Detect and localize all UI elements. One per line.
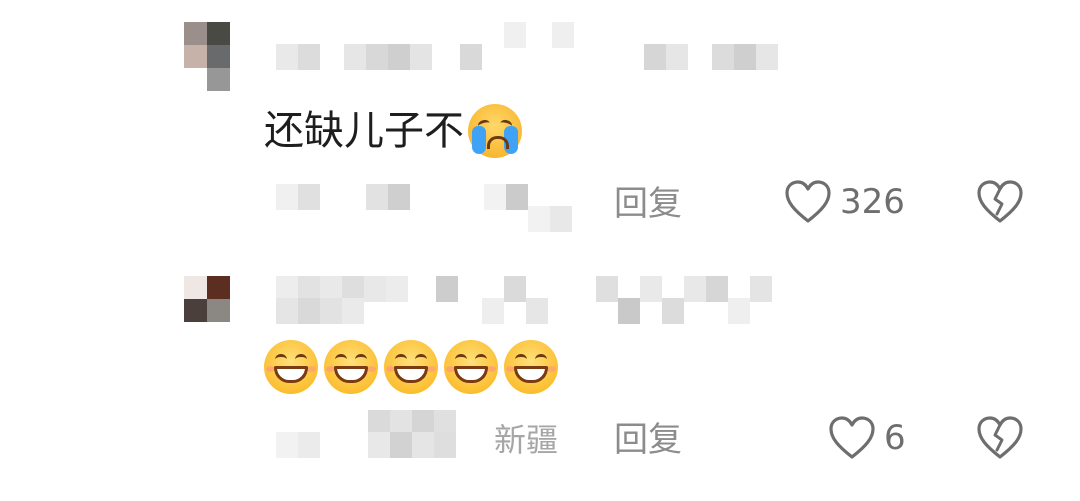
comment-text: 还缺儿子不 [264,104,528,158]
comment-timestamp-pixelated [276,184,606,232]
like-count: 6 [884,418,906,458]
like-button[interactable]: 326 [784,180,905,224]
reply-button[interactable]: 回复 [614,419,682,461]
comment-text-content: 还缺儿子不 [264,108,464,154]
username-pixelated[interactable] [276,276,786,324]
comment-item: 新疆 回复 6 [0,250,1080,501]
grinning-emoji-icon [504,340,558,394]
loudly-crying-emoji-icon [468,104,522,158]
comment-item: 还缺儿子不 回复 326 [0,0,1080,250]
broken-heart-icon [977,180,1023,223]
grinning-emoji-icon [324,340,378,394]
grinning-emoji-icon [444,340,498,394]
username-pixelated[interactable] [276,22,786,70]
grinning-emoji-icon [264,340,318,394]
dislike-button[interactable] [976,180,1024,224]
like-button[interactable]: 6 [828,416,906,460]
comment-timestamp-pixelated [276,410,466,458]
like-count: 326 [840,182,905,222]
reply-button[interactable]: 回复 [614,183,682,225]
comment-text [264,340,564,394]
dislike-button[interactable] [976,416,1024,460]
heart-icon [785,180,831,223]
user-avatar[interactable] [184,22,230,91]
broken-heart-icon [977,416,1023,459]
heart-icon [829,416,875,459]
user-avatar[interactable] [184,276,230,345]
ip-location: 新疆 [494,421,559,459]
grinning-emoji-icon [384,340,438,394]
